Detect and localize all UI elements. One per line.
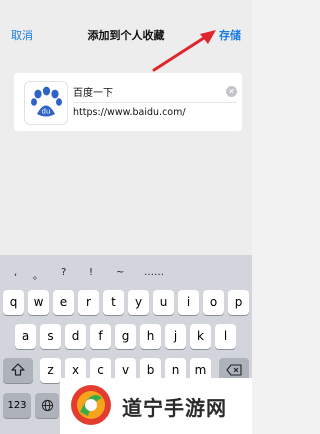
key-d[interactable]: d [65, 324, 86, 349]
candidate-bar: , 。 ? ! ~ …… [0, 255, 252, 287]
key-r[interactable]: r [78, 290, 99, 315]
save-button[interactable]: 存储 [219, 27, 241, 43]
watermark: 道宁手游网 [60, 378, 252, 434]
key-w[interactable]: w [28, 290, 49, 315]
key-g[interactable]: g [115, 324, 136, 349]
red-arrow-annotation [152, 30, 216, 72]
key-y[interactable]: y [128, 290, 149, 315]
shift-key[interactable] [3, 358, 33, 383]
globe-key[interactable] [35, 393, 59, 418]
key-j[interactable]: j [165, 324, 186, 349]
key-p[interactable]: p [228, 290, 249, 315]
key-l[interactable]: l [215, 324, 236, 349]
add-favorite-sheet: 取消 添加到个人收藏 存储 du 百度一下 ✕ https://www.baid… [0, 0, 252, 255]
bookmark-card: du 百度一下 ✕ https://www.baidu.com/ [14, 73, 242, 131]
candidate-tilde[interactable]: ~ [116, 267, 124, 278]
candidate-ellipsis[interactable]: …… [144, 267, 164, 278]
globe-icon [41, 399, 53, 412]
numbers-key[interactable]: 123 [3, 393, 31, 418]
key-t[interactable]: t [103, 290, 124, 315]
svg-text:du: du [42, 108, 51, 116]
clear-icon[interactable]: ✕ [226, 86, 237, 97]
watermark-text: 道宁手游网 [122, 396, 227, 420]
url-field[interactable]: https://www.baidu.com/ [73, 107, 186, 118]
candidate-comma[interactable]: , [14, 267, 17, 278]
candidate-period[interactable]: 。 [33, 267, 43, 282]
watermark-logo-icon [71, 385, 111, 425]
title-field[interactable]: 百度一下 ✕ [73, 81, 237, 103]
key-z[interactable]: z [40, 358, 61, 383]
key-u[interactable]: u [153, 290, 174, 315]
key-s[interactable]: s [40, 324, 61, 349]
key-e[interactable]: e [53, 290, 74, 315]
candidate-question[interactable]: ? [61, 267, 66, 278]
key-f[interactable]: f [90, 324, 111, 349]
title-input[interactable]: 百度一下 [73, 84, 113, 99]
key-a[interactable]: a [15, 324, 36, 349]
baidu-logo-icon: du [24, 81, 68, 125]
key-k[interactable]: k [190, 324, 211, 349]
key-h[interactable]: h [140, 324, 161, 349]
key-q[interactable]: q [3, 290, 24, 315]
key-o[interactable]: o [203, 290, 224, 315]
shift-icon [11, 363, 25, 376]
key-i[interactable]: i [178, 290, 199, 315]
backspace-icon [226, 364, 242, 376]
candidate-exclaim[interactable]: ! [89, 267, 93, 278]
